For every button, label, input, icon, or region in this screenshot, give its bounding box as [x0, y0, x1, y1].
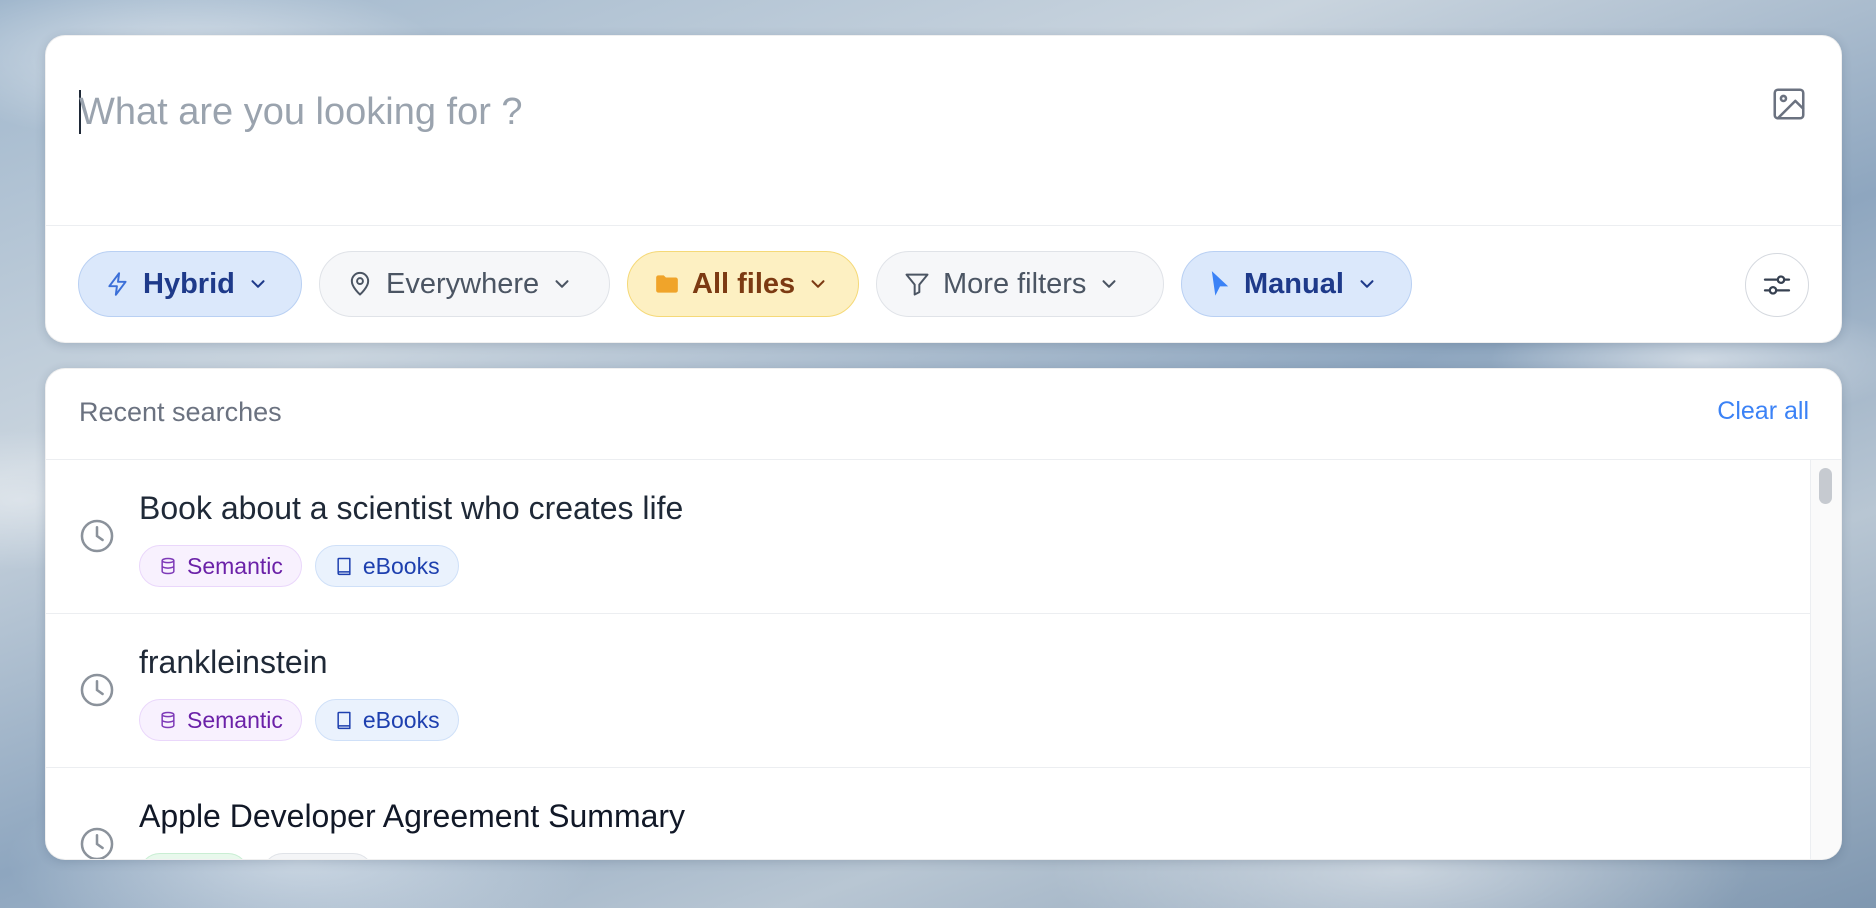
- chevron-down-icon: [251, 280, 265, 288]
- image-search-button[interactable]: [1769, 84, 1809, 124]
- file-type-dropdown[interactable]: All files: [627, 251, 859, 317]
- search-type-tag: Semantic: [139, 545, 302, 587]
- recent-search-tags: Semantic eBooks: [139, 699, 459, 741]
- search-panel: Hybrid Everywhere All files More filters…: [45, 35, 1842, 343]
- database-icon: [161, 557, 175, 575]
- scrollbar[interactable]: [1810, 460, 1841, 859]
- book-icon: [337, 711, 351, 730]
- location-label: Everywhere: [386, 267, 540, 300]
- lightning-icon: [108, 272, 127, 296]
- search-type-tag: [139, 853, 249, 859]
- clear-all-button[interactable]: Clear all: [1717, 397, 1809, 426]
- recent-searches-header: Recent searches Clear all: [46, 369, 1841, 460]
- scrollbar-thumb[interactable]: [1819, 468, 1832, 504]
- recent-searches-list: Book about a scientist who creates life …: [46, 460, 1811, 859]
- search-settings-button[interactable]: [1745, 253, 1809, 317]
- recent-search-tags: [139, 853, 374, 859]
- recent-search-query: frankleinstein: [139, 644, 328, 680]
- chevron-down-icon: [1360, 280, 1374, 288]
- database-icon: [161, 711, 175, 729]
- clock-icon: [80, 827, 114, 859]
- more-filters-label: More filters: [943, 267, 1087, 300]
- search-mode-label: Hybrid: [143, 267, 235, 300]
- trigger-mode-dropdown[interactable]: Manual: [1181, 251, 1412, 317]
- clock-icon: [80, 673, 114, 707]
- file-type-tag: eBooks: [314, 545, 459, 587]
- recent-search-item[interactable]: Apple Developer Agreement Summary: [46, 768, 1811, 859]
- recent-searches-panel: Recent searches Clear all Book about a s…: [45, 368, 1842, 860]
- trigger-mode-label: Manual: [1244, 267, 1344, 300]
- clock-icon: [80, 519, 114, 553]
- chevron-down-icon: [555, 280, 569, 288]
- recent-search-tags: Semantic eBooks: [139, 545, 459, 587]
- file-type-tag: [262, 853, 374, 859]
- recent-search-query: Apple Developer Agreement Summary: [139, 798, 686, 834]
- file-type-tag-label: eBooks: [362, 552, 440, 579]
- image-icon: [1773, 88, 1805, 120]
- more-filters-dropdown[interactable]: More filters: [876, 251, 1164, 317]
- search-input[interactable]: [79, 84, 1679, 140]
- search-type-tag-label: Semantic: [187, 552, 283, 579]
- cursor-icon: [1211, 271, 1229, 296]
- filter-icon: [905, 273, 929, 296]
- folder-icon: [656, 275, 678, 293]
- chevron-down-icon: [811, 280, 825, 288]
- file-type-label: All files: [692, 267, 796, 300]
- chevron-down-icon: [1102, 280, 1116, 288]
- book-icon: [337, 557, 351, 576]
- search-type-tag-label: Semantic: [187, 706, 283, 733]
- file-type-tag: eBooks: [314, 699, 459, 741]
- file-type-tag-label: eBooks: [362, 706, 440, 733]
- recent-search-item[interactable]: frankleinstein Semantic eBooks: [46, 614, 1811, 768]
- location-dropdown[interactable]: Everywhere: [319, 251, 610, 317]
- filter-bar: Hybrid Everywhere All files More filters…: [78, 251, 1809, 321]
- sliders-icon: [1763, 275, 1791, 295]
- search-mode-dropdown[interactable]: Hybrid: [78, 251, 302, 317]
- recent-searches-title: Recent searches: [79, 397, 282, 427]
- search-type-tag: Semantic: [139, 699, 302, 741]
- map-pin-icon: [350, 272, 370, 296]
- recent-search-query: Book about a scientist who creates life: [139, 490, 684, 526]
- recent-search-item[interactable]: Book about a scientist who creates life …: [46, 460, 1811, 614]
- search-input-area: [46, 36, 1841, 226]
